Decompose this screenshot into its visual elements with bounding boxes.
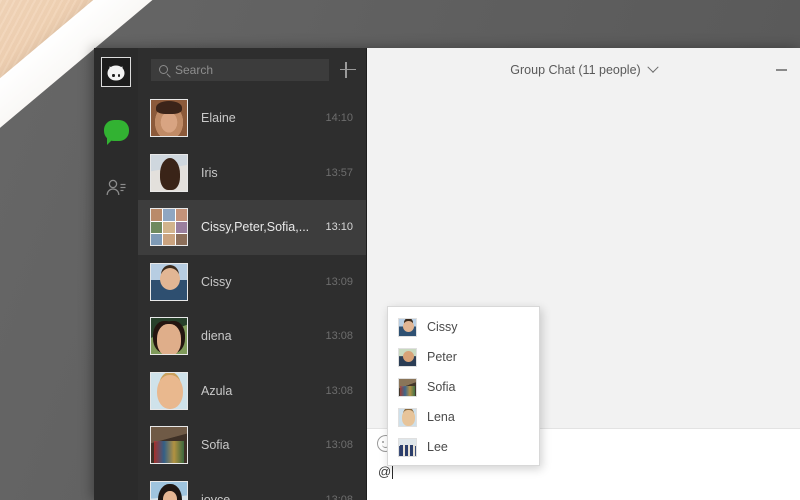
group-avatar-tile bbox=[163, 221, 175, 233]
chat-item-time: 14:10 bbox=[325, 112, 353, 125]
minimize-icon bbox=[775, 69, 787, 71]
rail-item-contacts[interactable] bbox=[101, 173, 131, 203]
avatar-image bbox=[151, 372, 187, 409]
group-avatar-tile bbox=[175, 209, 187, 221]
chat-header: Group Chat (11 people) bbox=[367, 48, 800, 92]
avatar-image bbox=[399, 318, 416, 336]
chat-item-name: Azula bbox=[201, 383, 233, 398]
mention-item-name: Sofia bbox=[427, 380, 456, 394]
smiley-eye-left bbox=[382, 440, 384, 443]
mention-popup[interactable]: Cissy Peter Sofia Lena Lee bbox=[387, 306, 540, 466]
chat-panel: Group Chat (11 people) @ Cissy Peter Sof… bbox=[367, 48, 800, 500]
chat-item-avatar bbox=[150, 153, 188, 192]
avatar-image bbox=[399, 378, 416, 396]
chat-item-name: Cissy bbox=[201, 274, 232, 289]
mention-item-name: Peter bbox=[427, 350, 457, 364]
avatar-image bbox=[151, 481, 187, 500]
mention-item-avatar bbox=[398, 317, 417, 337]
mention-item[interactable]: Sofia bbox=[388, 372, 539, 402]
chat-item-avatar bbox=[150, 371, 188, 410]
text-caret bbox=[392, 464, 394, 479]
chat-item-avatar bbox=[150, 317, 188, 356]
chat-item-time: 13:57 bbox=[325, 166, 353, 179]
message-input-line: @ bbox=[378, 464, 788, 479]
chat-item-name: diena bbox=[201, 329, 232, 344]
chat-item-name: Elaine bbox=[201, 111, 236, 126]
group-avatar-tile bbox=[175, 221, 187, 233]
avatar-image bbox=[151, 209, 187, 246]
rail-item-chats[interactable] bbox=[101, 115, 131, 145]
chat-list-item[interactable]: joyce 13:08 bbox=[138, 473, 366, 500]
window-controls bbox=[767, 48, 800, 92]
search-icon bbox=[159, 65, 168, 74]
chat-app-window: Search Elaine 14:10 Iris 13:57 Cissy,Peter,S… bbox=[94, 48, 800, 500]
avatar-image bbox=[151, 100, 187, 137]
search-input[interactable]: Search bbox=[151, 58, 329, 81]
minimize-button[interactable] bbox=[767, 56, 795, 84]
mention-item[interactable]: Lee bbox=[388, 432, 539, 462]
avatar-image bbox=[399, 408, 416, 426]
chat-item-name: Iris bbox=[201, 165, 218, 180]
group-avatar-tile bbox=[151, 209, 163, 221]
chat-item-name: joyce bbox=[201, 492, 231, 500]
group-avatar-tile bbox=[175, 233, 187, 246]
avatar-eye-right bbox=[117, 73, 120, 78]
chat-list-item[interactable]: Cissy,Peter,Sofia,... 13:10 bbox=[138, 200, 366, 255]
chevron-down-icon bbox=[647, 61, 659, 73]
mention-item[interactable]: Lena bbox=[388, 402, 539, 432]
plus-icon[interactable] bbox=[338, 60, 358, 80]
chat-item-avatar bbox=[150, 426, 188, 465]
chat-bubble-icon bbox=[103, 119, 129, 145]
group-avatar-tile bbox=[151, 233, 163, 246]
avatar-image bbox=[151, 263, 187, 300]
user-avatar[interactable] bbox=[101, 57, 131, 87]
avatar-eye-left bbox=[112, 73, 115, 78]
contacts-icon bbox=[106, 179, 126, 196]
chat-item-avatar bbox=[150, 208, 188, 247]
group-avatar-tile bbox=[151, 221, 163, 233]
group-avatar-tile bbox=[163, 233, 175, 246]
mention-item-name: Lee bbox=[427, 440, 448, 454]
chat-item-time: 13:08 bbox=[325, 493, 353, 500]
chat-list-item[interactable]: Azula 13:08 bbox=[138, 364, 366, 419]
mention-item-name: Lena bbox=[427, 410, 455, 424]
chat-list-item[interactable]: Elaine 14:10 bbox=[138, 91, 366, 146]
chat-list[interactable]: Elaine 14:10 Iris 13:57 Cissy,Peter,Sofia,..… bbox=[138, 91, 366, 500]
chat-item-time: 13:08 bbox=[325, 439, 353, 452]
chat-list-item[interactable]: diena 13:08 bbox=[138, 309, 366, 364]
mention-item-name: Cissy bbox=[427, 320, 458, 334]
group-avatar-tile bbox=[163, 209, 175, 221]
chat-list-item[interactable]: Cissy 13:09 bbox=[138, 255, 366, 310]
mention-item[interactable]: Cissy bbox=[388, 312, 539, 342]
avatar-image bbox=[399, 348, 416, 366]
mention-item-avatar bbox=[398, 407, 417, 427]
mention-item-avatar bbox=[398, 347, 417, 367]
chat-item-time: 13:09 bbox=[325, 275, 353, 288]
chat-item-name: Cissy,Peter,Sofia,... bbox=[201, 220, 310, 235]
mention-item-avatar bbox=[398, 437, 417, 457]
chat-item-time: 13:10 bbox=[325, 221, 353, 234]
chat-item-avatar bbox=[150, 99, 188, 138]
mention-item-avatar bbox=[398, 377, 417, 397]
mention-item[interactable]: Peter bbox=[388, 342, 539, 372]
avatar-image bbox=[399, 438, 416, 456]
chat-item-time: 13:08 bbox=[325, 330, 353, 343]
chat-item-time: 13:08 bbox=[325, 384, 353, 397]
left-icon-rail bbox=[94, 48, 138, 500]
avatar-face bbox=[107, 65, 125, 81]
chat-list-item[interactable]: Sofia 13:08 bbox=[138, 418, 366, 473]
avatar-image bbox=[151, 318, 187, 355]
chat-item-name: Sofia bbox=[201, 438, 230, 453]
avatar-image bbox=[151, 154, 187, 191]
chat-item-avatar bbox=[150, 262, 188, 301]
chat-title-dropdown[interactable]: Group Chat (11 people) bbox=[510, 61, 659, 77]
search-row: Search bbox=[138, 48, 366, 91]
page-title: Group Chat (11 people) bbox=[510, 63, 641, 77]
message-input-value: @ bbox=[378, 464, 392, 479]
chat-item-avatar bbox=[150, 480, 188, 500]
search-placeholder: Search bbox=[175, 62, 214, 77]
chat-list-column: Search Elaine 14:10 Iris 13:57 Cissy,Peter,S… bbox=[138, 48, 367, 500]
chat-list-item[interactable]: Iris 13:57 bbox=[138, 146, 366, 201]
avatar-image bbox=[151, 427, 187, 464]
